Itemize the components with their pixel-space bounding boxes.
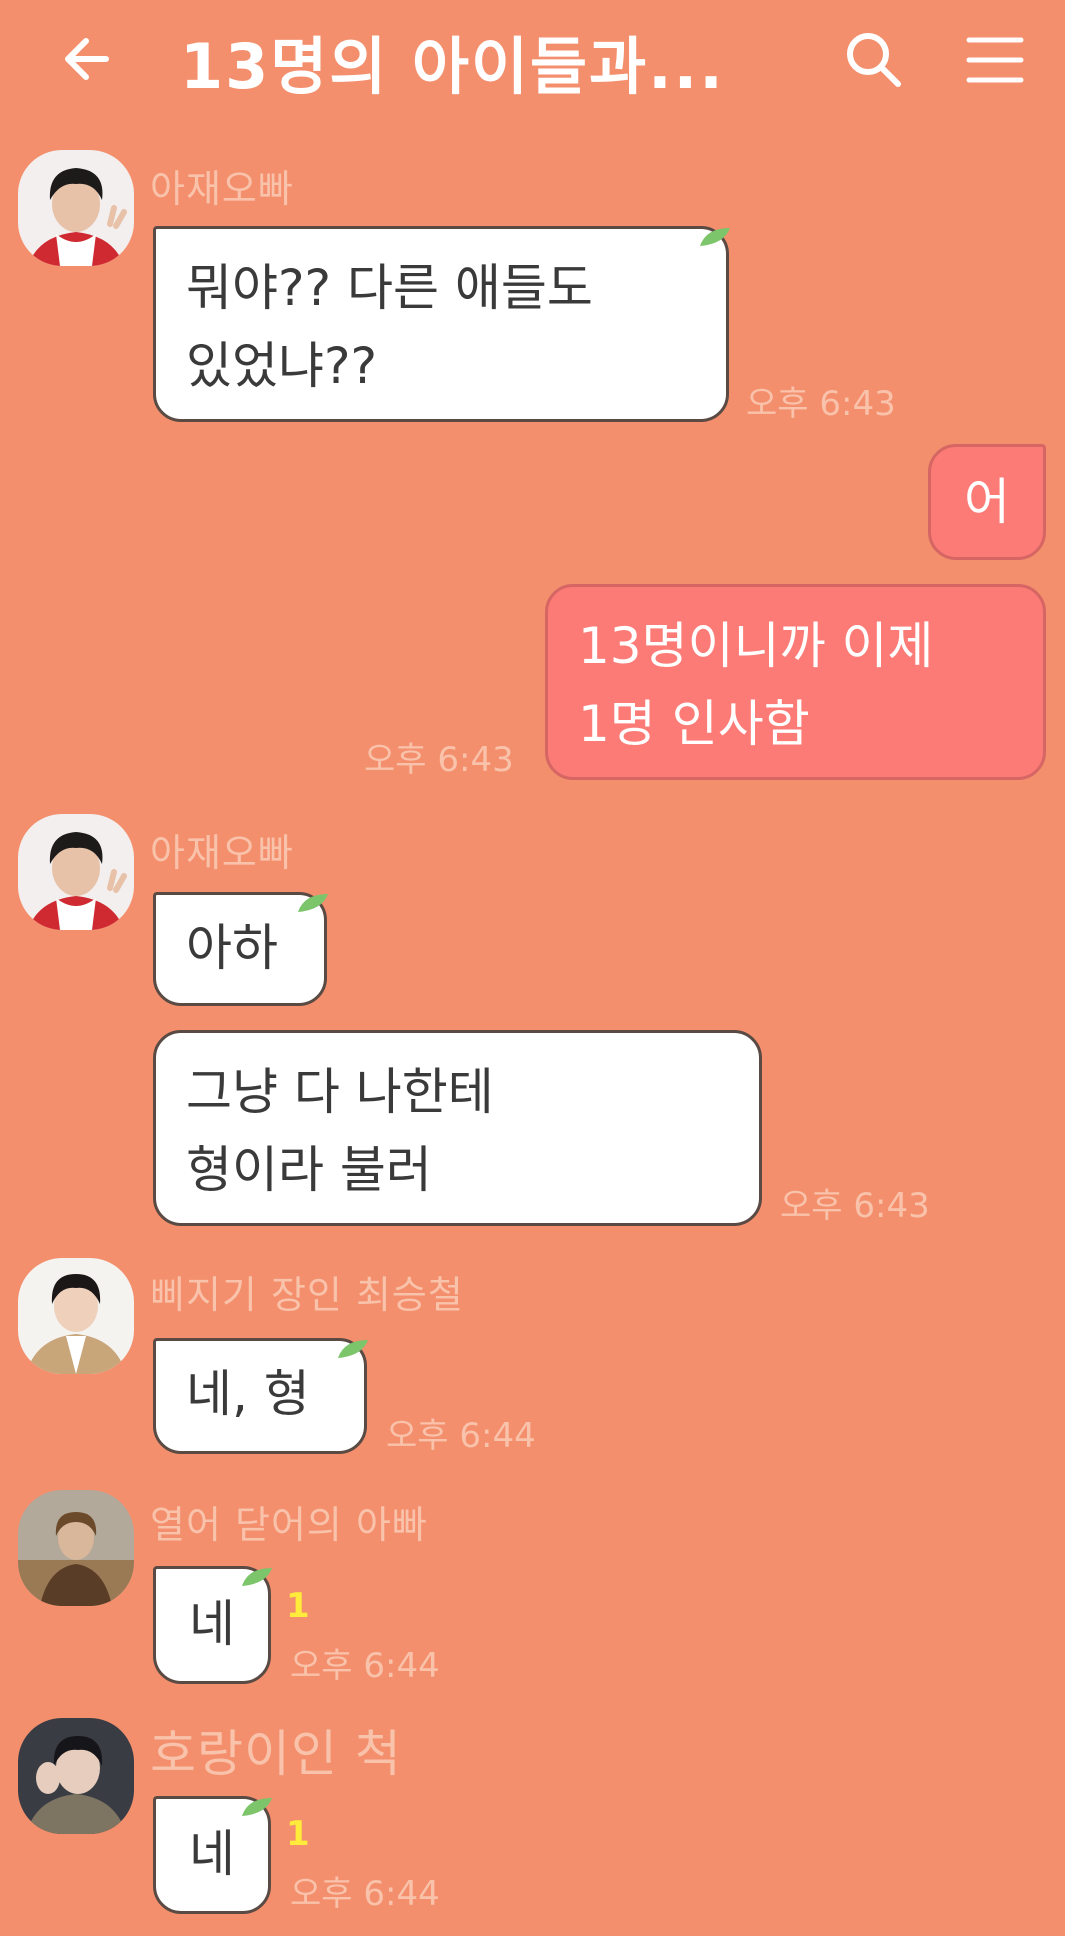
timestamp: 오후 6:43 [780, 1186, 930, 1226]
sender-name: 호랑이인 척 [150, 1725, 402, 1783]
leaf-icon [240, 1796, 274, 1818]
message-text: 뭐야?? 다른 애들도 [186, 259, 593, 317]
chat-header: 13명의 아이들과... [0, 0, 1065, 120]
leaf-icon [240, 1566, 274, 1588]
message-text: 있었냐?? [186, 337, 378, 395]
hamburger-menu-icon[interactable] [965, 32, 1025, 88]
unread-count: 1 [286, 1814, 310, 1854]
message-bubble[interactable]: 어 [928, 444, 1046, 560]
leaf-icon [296, 892, 330, 914]
sender-name: 아재오빠 [150, 831, 294, 875]
message-text: 아하 [186, 919, 278, 977]
timestamp: 오후 6:44 [386, 1416, 536, 1456]
message-text: 그냥 다 나한테 [186, 1063, 494, 1121]
avatar[interactable] [18, 1718, 134, 1834]
avatar[interactable] [18, 1490, 134, 1606]
avatar[interactable] [18, 150, 134, 266]
message-bubble[interactable]: 네, 형 [153, 1338, 367, 1454]
message-bubble[interactable]: 뭐야?? 다른 애들도 있었냐?? [153, 226, 729, 422]
sender-name: 열어 닫어의 아빠 [150, 1503, 428, 1547]
chat-title: 13명의 아이들과... [180, 30, 725, 103]
back-arrow-icon[interactable] [58, 28, 120, 90]
timestamp: 오후 6:44 [290, 1874, 440, 1914]
leaf-icon [336, 1338, 370, 1360]
timestamp: 오후 6:44 [290, 1646, 440, 1686]
message-text: 네 [189, 1595, 235, 1653]
timestamp: 오후 6:43 [746, 384, 896, 424]
message-bubble[interactable]: 그냥 다 나한테 형이라 불러 [153, 1030, 762, 1226]
leaf-icon [698, 226, 732, 248]
message-text: 네 [189, 1825, 235, 1883]
message-text: 형이라 불러 [186, 1141, 432, 1199]
unread-count: 1 [286, 1586, 310, 1626]
message-text: 1명 인사함 [578, 695, 810, 753]
message-bubble[interactable]: 13명이니까 이제 1명 인사함 [545, 584, 1046, 780]
sender-name: 삐지기 장인 최승철 [150, 1273, 464, 1317]
avatar[interactable] [18, 814, 134, 930]
message-text: 13명이니까 이제 [578, 617, 934, 675]
timestamp: 오후 6:43 [364, 740, 514, 780]
search-icon[interactable] [842, 28, 906, 92]
message-text: 네, 형 [186, 1365, 310, 1423]
avatar[interactable] [18, 1258, 134, 1374]
message-text: 어 [964, 473, 1010, 531]
sender-name: 아재오빠 [150, 167, 294, 211]
